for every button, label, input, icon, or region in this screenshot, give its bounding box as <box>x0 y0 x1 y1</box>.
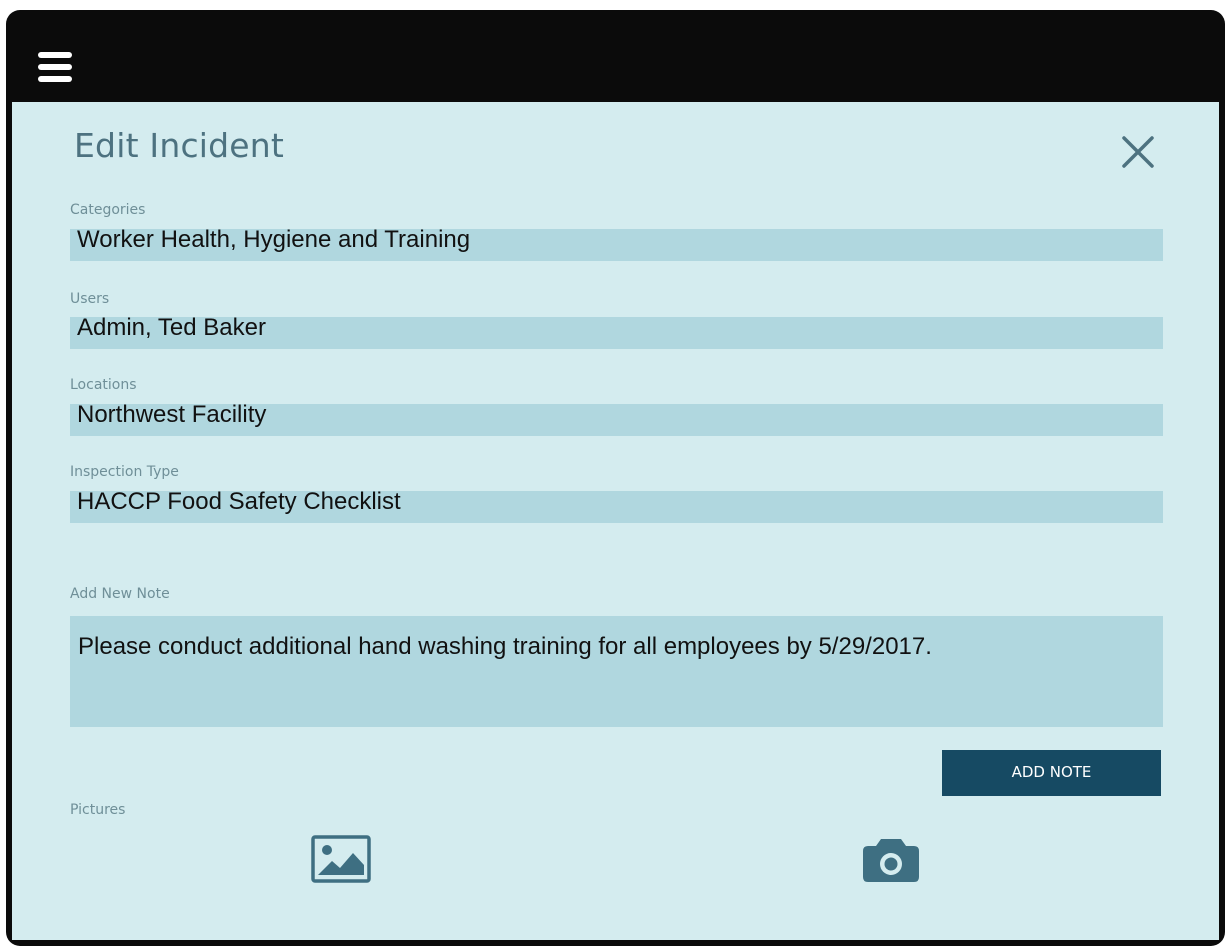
page-title: Edit Incident <box>74 126 285 165</box>
camera-icon[interactable] <box>861 835 921 883</box>
pictures-label: Pictures <box>70 802 126 818</box>
image-gallery-icon[interactable] <box>311 835 371 883</box>
users-label: Users <box>70 291 110 307</box>
locations-field[interactable]: Northwest Facility <box>70 404 1163 436</box>
add-note-button[interactable]: ADD NOTE <box>942 750 1161 796</box>
users-field[interactable]: Admin, Ted Baker <box>70 317 1163 349</box>
inspection-type-label: Inspection Type <box>70 464 179 480</box>
categories-field[interactable]: Worker Health, Hygiene and Training <box>70 229 1163 261</box>
hamburger-menu-icon[interactable] <box>38 52 72 86</box>
new-note-textarea[interactable]: Please conduct additional hand washing t… <box>70 616 1163 727</box>
locations-label: Locations <box>70 377 137 393</box>
categories-label: Categories <box>70 202 146 218</box>
device-frame: Edit Incident Categories Worker Health, … <box>6 10 1225 946</box>
close-icon[interactable] <box>1119 132 1159 172</box>
edit-incident-panel: Edit Incident Categories Worker Health, … <box>12 102 1219 940</box>
top-app-bar <box>6 10 1225 102</box>
add-new-note-label: Add New Note <box>70 586 170 602</box>
inspection-type-field[interactable]: HACCP Food Safety Checklist <box>70 491 1163 523</box>
